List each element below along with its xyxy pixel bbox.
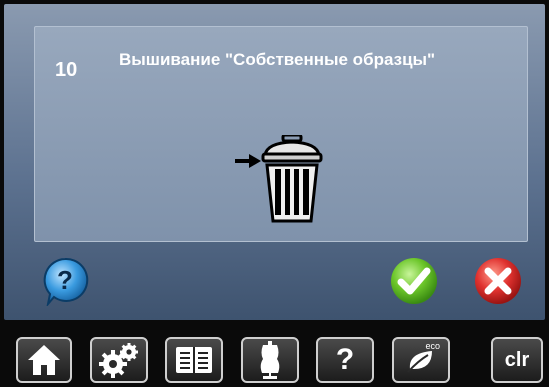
eco-button[interactable]: eco: [392, 337, 450, 383]
bottom-toolbar: ? eco clr: [0, 322, 549, 387]
home-button[interactable]: [16, 337, 72, 383]
tutorial-button[interactable]: [165, 337, 223, 383]
screen: 10 Вышивание "Собственные образцы" ? ? e…: [0, 0, 549, 387]
dress-form-icon: [260, 341, 280, 379]
setup-button[interactable]: [90, 337, 148, 383]
clear-button[interactable]: clr: [491, 337, 543, 383]
message-text: Вышивание "Собственные образцы": [119, 50, 436, 69]
message-panel: 10 Вышивание "Собственные образцы": [34, 26, 528, 242]
eco-label: eco: [425, 341, 440, 351]
help-button[interactable]: ?: [40, 256, 90, 306]
book-icon: [176, 347, 212, 373]
help-toolbar-button[interactable]: ?: [316, 337, 374, 383]
sewing-consultant-button[interactable]: [241, 337, 299, 383]
trash-icon: [261, 135, 323, 223]
home-icon: [28, 345, 60, 375]
main-area: 10 Вышивание "Собственные образцы" ?: [4, 4, 545, 320]
cancel-button[interactable]: [473, 256, 523, 306]
question-mark-icon: ?: [335, 343, 355, 376]
arrow-right-icon: [235, 154, 261, 168]
gears-icon: [99, 343, 138, 378]
message-number: 10: [55, 59, 78, 81]
svg-text:?: ?: [57, 265, 73, 295]
confirm-button[interactable]: [389, 256, 439, 306]
clear-label: clr: [504, 348, 530, 371]
